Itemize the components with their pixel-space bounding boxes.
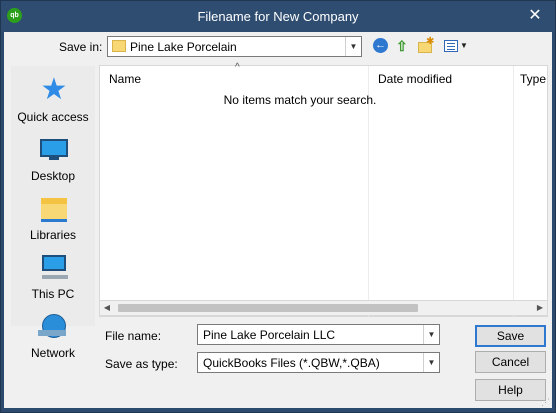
network-icon: [38, 312, 70, 340]
scroll-right-icon[interactable]: ▶: [533, 301, 547, 315]
help-button[interactable]: Help: [475, 379, 546, 401]
cancel-button[interactable]: Cancel: [475, 351, 546, 373]
save-as-type-label: Save as type:: [105, 357, 178, 371]
resize-grip-icon[interactable]: ⋰: [541, 397, 551, 407]
title-bar[interactable]: qb Filename for New Company ✕: [1, 1, 555, 32]
file-name-field[interactable]: Pine Lake Porcelain LLC ▼: [197, 324, 440, 345]
dialog-title: Filename for New Company: [197, 9, 359, 24]
dialog-body: Save in: Pine Lake Porcelain ▼ ← ⇧ ✱ ▼ ★…: [4, 32, 552, 408]
column-header-date-modified[interactable]: Date modified: [378, 69, 452, 89]
empty-list-message: No items match your search.: [223, 93, 377, 107]
chevron-down-icon[interactable]: ▼: [423, 353, 439, 372]
place-label: Quick access: [17, 110, 89, 124]
place-label: Desktop: [30, 169, 76, 183]
star-icon: ★: [40, 73, 68, 106]
views-menu-icon[interactable]: ▼: [442, 38, 469, 55]
save-as-type-dropdown[interactable]: QuickBooks Files (*.QBW,*.QBA) ▼: [197, 352, 440, 373]
libraries-icon: [38, 194, 70, 222]
save-as-type-value: QuickBooks Files (*.QBW,*.QBA): [203, 356, 380, 370]
place-this-pc[interactable]: This PC: [11, 249, 95, 305]
column-divider[interactable]: [513, 66, 514, 318]
folder-icon: [112, 40, 126, 52]
pc-icon: [38, 253, 70, 281]
desktop-icon: [38, 135, 70, 163]
place-label: This PC: [31, 287, 75, 301]
column-header-name[interactable]: Name: [109, 69, 141, 89]
place-network[interactable]: Network: [11, 308, 95, 360]
sort-ascending-icon: ^: [235, 62, 240, 73]
place-desktop[interactable]: Desktop: [11, 131, 95, 187]
file-list[interactable]: Name ^ Date modified Type No items match…: [99, 62, 548, 318]
place-libraries[interactable]: Libraries: [11, 190, 95, 246]
new-folder-icon[interactable]: ✱: [418, 36, 435, 55]
save-dialog-window: qb Filename for New Company ✕ Save in: P…: [0, 0, 556, 413]
chevron-down-icon[interactable]: ▼: [345, 37, 361, 56]
place-quick-access[interactable]: ★ Quick access: [11, 72, 95, 128]
place-label: Libraries: [29, 228, 77, 242]
scrollbar-thumb[interactable]: [118, 304, 418, 312]
save-in-value: Pine Lake Porcelain: [130, 40, 237, 54]
save-button[interactable]: Save: [475, 325, 546, 347]
horizontal-scrollbar[interactable]: ◀ ▶: [99, 300, 548, 316]
save-in-dropdown[interactable]: Pine Lake Porcelain ▼: [107, 36, 362, 57]
column-header-type[interactable]: Type: [520, 69, 546, 89]
close-icon[interactable]: ✕: [527, 8, 543, 24]
save-in-label: Save in:: [59, 40, 103, 54]
chevron-down-icon[interactable]: ▼: [423, 325, 439, 344]
places-bar: ★ Quick access Desktop Libraries This PC…: [11, 66, 95, 360]
file-name-label: File name:: [105, 329, 162, 343]
scroll-left-icon[interactable]: ◀: [100, 301, 114, 315]
file-name-value: Pine Lake Porcelain LLC: [203, 328, 336, 342]
back-icon[interactable]: ←: [373, 38, 390, 55]
place-label: Network: [30, 346, 75, 360]
up-folder-icon[interactable]: ⇧: [396, 38, 413, 55]
